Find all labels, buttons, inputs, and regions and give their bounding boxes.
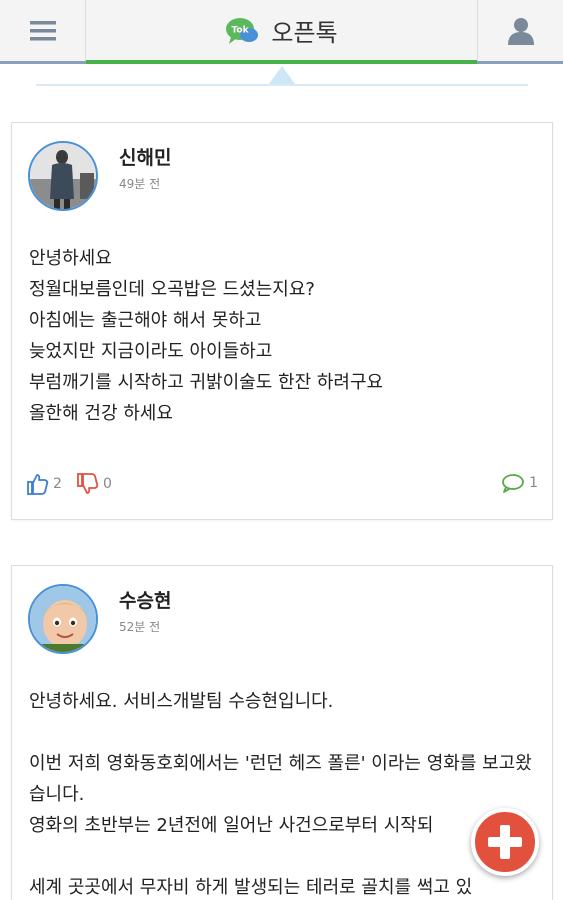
avatar[interactable] [28,141,98,211]
avatar[interactable] [28,584,98,654]
post-actions: 2 0 1 [27,473,538,501]
post-card[interactable]: 신해민 49분 전 안녕하세요 정월대보름인데 오곡밥은 드셨는지요? 아침에는… [11,122,553,520]
page-title: 오픈톡 [271,19,338,47]
profile-button[interactable] [477,0,563,61]
plus-icon [488,825,522,859]
app-title: Tok 오픈톡 [86,0,477,61]
write-post-button[interactable] [471,808,539,876]
pull-indicator-arrow [269,66,295,84]
post-author[interactable]: 신해민 [119,143,171,170]
logo-text: Tok [232,25,250,35]
post-author[interactable]: 수승현 [119,586,171,613]
thumbs-up-icon [27,474,49,495]
active-tab-indicator [86,60,477,64]
post-time: 52분 전 [119,620,161,634]
pull-indicator-line [36,84,528,86]
like-button[interactable]: 2 [27,473,62,495]
post-body: 안녕하세요 정월대보름인데 오곡밥은 드셨는지요? 아침에는 출근해야 해서 못… [29,248,384,424]
comment-icon [502,474,524,493]
like-count: 2 [53,476,62,492]
thumbs-down-icon [77,473,99,494]
dislike-count: 0 [103,476,112,492]
post-time: 49분 전 [119,177,161,191]
hamburger-menu-icon [29,20,56,40]
user-profile-icon [507,17,534,45]
menu-button[interactable] [0,0,86,61]
comment-count: 1 [529,475,538,491]
comment-button[interactable]: 1 [501,473,538,493]
post-body: 안녕하세요. 서비스개발팀 수승현입니다. 이번 저희 영화동호회에서는 '런던… [29,691,532,898]
tok-logo-icon: Tok [226,17,259,44]
top-bar: Tok 오픈톡 [0,0,563,64]
dislike-button[interactable]: 0 [77,473,112,495]
